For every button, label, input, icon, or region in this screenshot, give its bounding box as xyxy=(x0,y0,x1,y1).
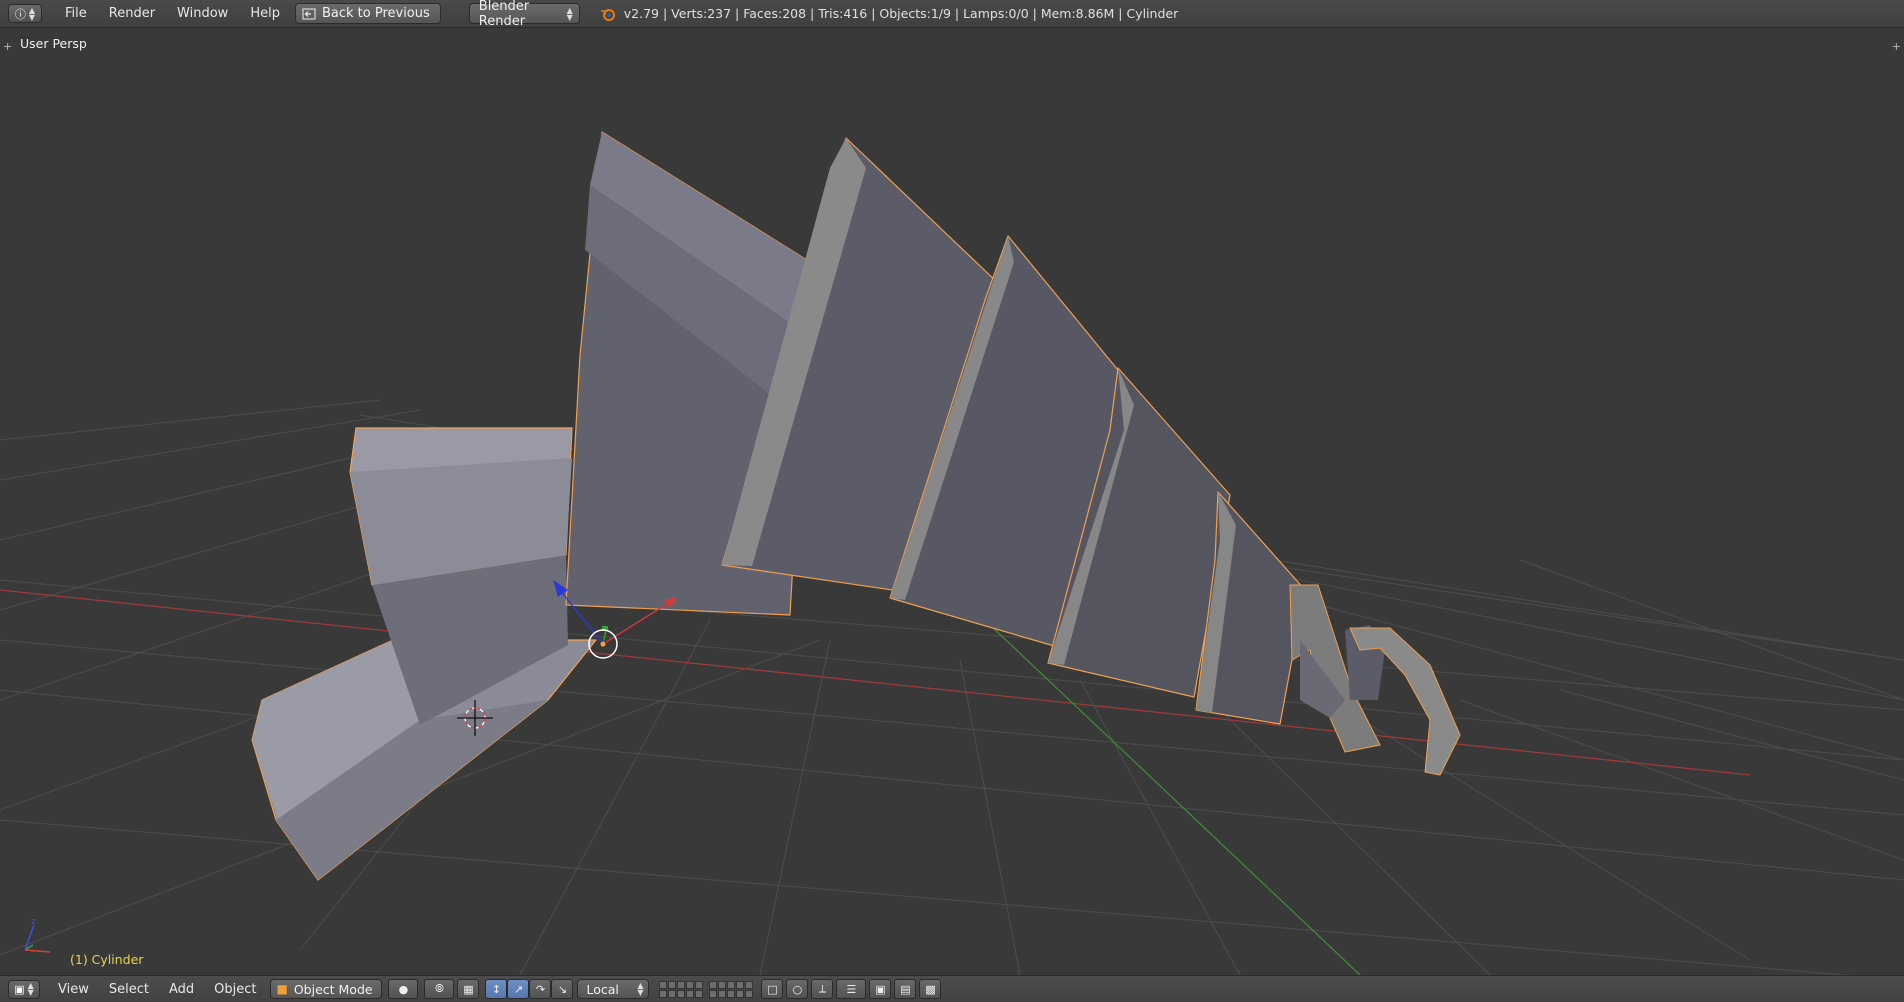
menu-select[interactable]: Select xyxy=(99,982,159,997)
manipulator-toggle[interactable]: ↕ xyxy=(485,979,508,999)
editor-type-button[interactable]: ⓘ ▲ ▼ xyxy=(8,4,42,23)
lock-layers-button[interactable]: □ xyxy=(761,979,784,999)
top-menu: File Render Window Help xyxy=(54,0,291,27)
interaction-mode-select[interactable]: ■ Object Mode xyxy=(270,979,383,999)
shading-sphere-icon: ● xyxy=(398,982,409,996)
transform-orientation-select[interactable]: Local ▲ ▼ xyxy=(577,979,650,999)
back-to-previous-button[interactable]: Back to Previous xyxy=(294,3,441,24)
updown-arrows-icon: ▲ ▼ xyxy=(637,981,644,997)
translate-manipulator[interactable]: ↗ xyxy=(507,979,530,999)
stats-text: v2.79 | Verts:237 | Faces:208 | Tris:416… xyxy=(623,6,1179,21)
arrow-icon: ↗ xyxy=(513,982,524,996)
view-name-label: User Persp xyxy=(20,36,87,51)
3d-viewport[interactable]: z User Persp (1) Cylinder + + xyxy=(0,28,1904,975)
menu-add[interactable]: Add xyxy=(159,982,204,997)
proportional-icon: ○ xyxy=(792,982,803,996)
back-icon xyxy=(302,8,316,19)
manipulator-icon: ↕ xyxy=(491,982,502,996)
occlude-toggle[interactable]: ▦ xyxy=(457,979,480,999)
render-viewport-button[interactable]: ▩ xyxy=(919,979,942,999)
snap-element-select[interactable]: ☰ xyxy=(836,979,867,999)
magnet-icon: ⟂ xyxy=(818,982,827,995)
render-engine-select[interactable]: Blender Render ▲ ▼ xyxy=(468,0,580,29)
pivot-icon: ⦾ xyxy=(435,982,444,995)
proportional-edit-button[interactable]: ○ xyxy=(786,979,809,999)
updown-arrows-icon: ▲ ▼ xyxy=(27,981,34,997)
info-header: ⓘ ▲ ▼ File Render Window Help Back to Pre… xyxy=(0,0,1904,29)
layer-block-1[interactable] xyxy=(659,980,704,998)
info-icon: ⓘ xyxy=(14,7,26,21)
view3d-menu: View Select Add Object xyxy=(48,982,266,997)
3d-view-header: ▣ ▲ ▼ View Select Add Object ■ Object Mod… xyxy=(0,975,1904,1002)
grid-icon: ▦ xyxy=(463,982,474,996)
pivot-point-select[interactable]: ⦾ xyxy=(424,979,455,999)
menu-view[interactable]: View xyxy=(48,982,99,997)
editor-type-button[interactable]: ▣ ▲ ▼ xyxy=(8,979,40,999)
scale-icon: ↘ xyxy=(557,982,568,996)
menu-help[interactable]: Help xyxy=(239,0,291,27)
rotate-manipulator[interactable]: ↷ xyxy=(529,979,552,999)
menu-render[interactable]: Render xyxy=(98,0,166,27)
orientation-gizmo: z xyxy=(24,917,51,953)
viewport-shading-select[interactable]: ● xyxy=(388,979,419,999)
object-mode-icon: ■ xyxy=(276,982,288,996)
opengl-render-anim-button[interactable]: ▤ xyxy=(894,979,917,999)
snap-icon: ☰ xyxy=(846,982,857,996)
updown-arrows-icon: ▲ ▼ xyxy=(566,5,573,22)
back-to-previous-label: Back to Previous xyxy=(321,6,430,21)
scene-stats: v2.79 | Verts:237 | Faces:208 | Tris:416… xyxy=(600,6,1178,22)
layer-selector[interactable] xyxy=(659,980,754,998)
active-object-label: (1) Cylinder xyxy=(70,952,144,967)
film-icon: ▤ xyxy=(900,982,911,996)
clapper-icon: ▩ xyxy=(925,982,936,996)
menu-object[interactable]: Object xyxy=(204,982,266,997)
scale-manipulator[interactable]: ↘ xyxy=(551,979,574,999)
lock-icon: □ xyxy=(767,982,778,996)
svg-text:z: z xyxy=(31,917,36,927)
orientation-label: Local xyxy=(586,981,619,997)
menu-file[interactable]: File xyxy=(54,0,98,27)
region-expand-icon[interactable]: + xyxy=(3,40,12,53)
viewport-editor-icon: ▣ xyxy=(14,982,25,996)
layer-block-2[interactable] xyxy=(709,980,754,998)
render-engine-label: Blender Render xyxy=(478,0,530,29)
viewport-canvas[interactable]: z xyxy=(0,28,1904,975)
region-expand-icon[interactable]: + xyxy=(1892,40,1901,53)
rotate-icon: ↷ xyxy=(535,982,546,996)
opengl-render-button[interactable]: ▣ xyxy=(869,979,892,999)
updown-arrows-icon: ▲ ▼ xyxy=(28,5,36,22)
snap-toggle[interactable]: ⟂ xyxy=(811,979,834,999)
menu-window[interactable]: Window xyxy=(166,0,239,27)
mode-label: Object Mode xyxy=(293,981,373,997)
camera-icon: ▣ xyxy=(875,982,886,996)
blender-logo-icon xyxy=(600,8,615,21)
